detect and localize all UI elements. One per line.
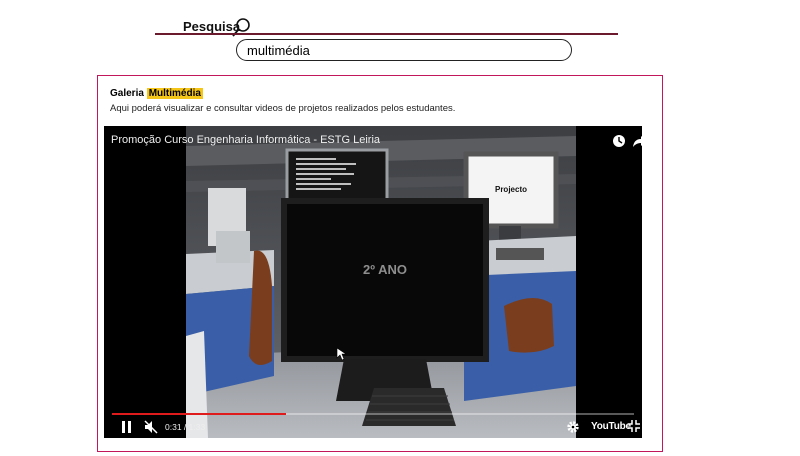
gallery-title: Galeria Multimédia (110, 88, 203, 99)
video-title[interactable]: Promoção Curso Engenharia Informática - … (111, 134, 380, 146)
search-icon[interactable] (230, 17, 252, 39)
video-player[interactable]: Projecto 2º ANO Promoção Curso Engenhari… (104, 126, 642, 438)
share-icon[interactable] (632, 133, 642, 149)
play-pause-icon[interactable] (121, 420, 133, 434)
video-controls: 0:31 / 1:33 YouTube (104, 418, 642, 438)
youtube-logo[interactable]: YouTube (591, 421, 631, 432)
gallery-description: Aqui poderá visualizar e consultar video… (110, 103, 456, 114)
video-time: 0:31 / 1:33 (165, 422, 205, 432)
current-time: 0:31 (165, 422, 182, 432)
screen-text-main: 2º ANO (363, 262, 407, 277)
video-progress-fill (112, 413, 286, 415)
search-divider (155, 33, 618, 35)
time-separator: / (181, 422, 189, 432)
gallery-title-highlight: Multimédia (146, 88, 203, 99)
gallery-title-prefix: Galeria (110, 88, 144, 99)
video-frame[interactable]: Projecto 2º ANO (104, 126, 642, 438)
total-time: 1:33 (188, 422, 206, 432)
screen-text-right: Projecto (495, 185, 527, 194)
exit-fullscreen-icon[interactable] (628, 420, 640, 432)
search-input[interactable] (236, 39, 572, 61)
mute-icon[interactable] (144, 420, 158, 434)
video-progress-bar[interactable] (112, 413, 634, 415)
gallery-panel: Galeria Multimédia Aqui poderá visualiza… (97, 75, 663, 452)
clock-icon[interactable] (611, 133, 627, 149)
settings-icon[interactable] (566, 420, 580, 434)
